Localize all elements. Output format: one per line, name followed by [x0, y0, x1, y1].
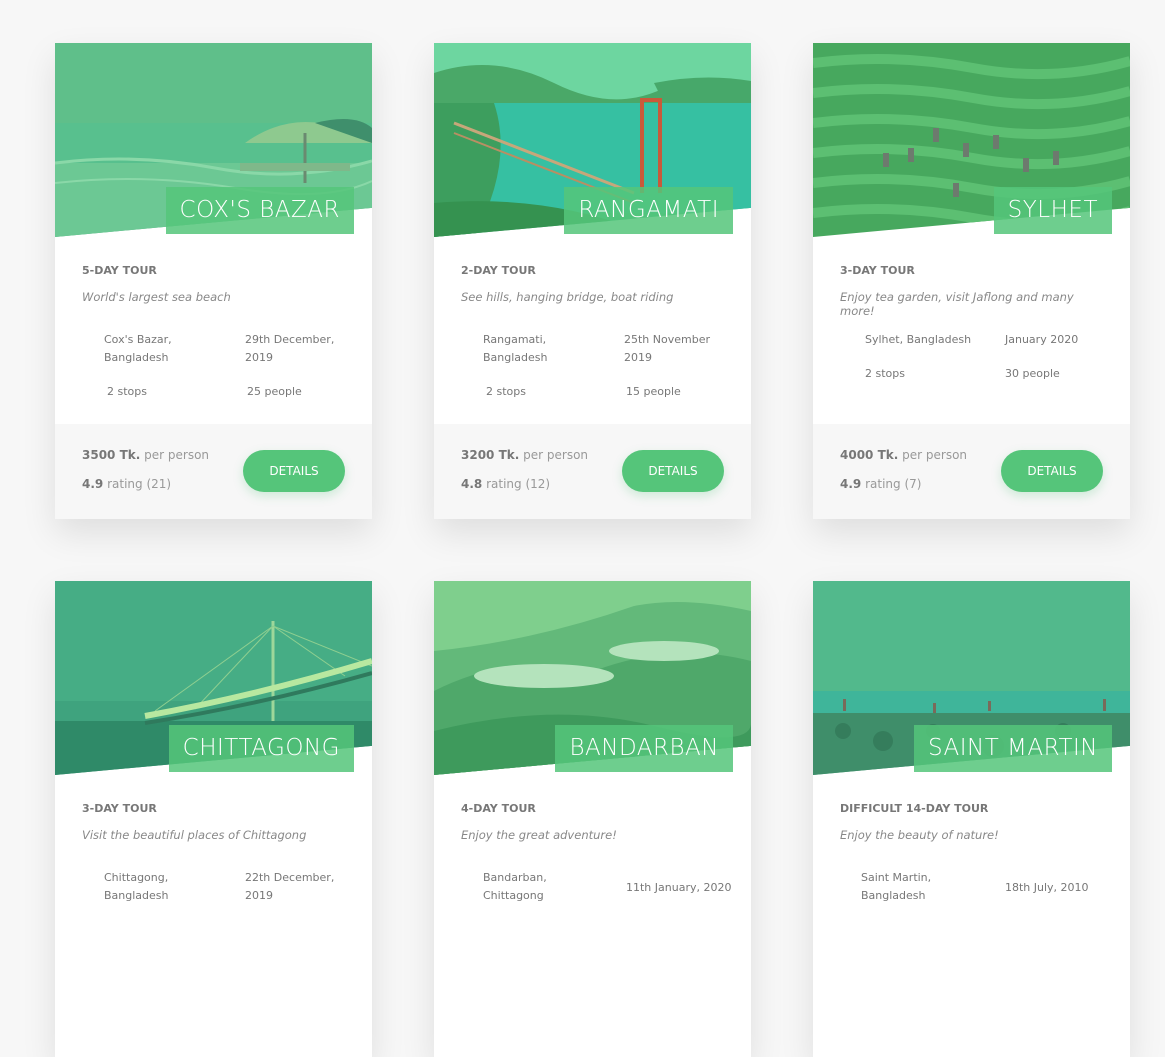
- tour-location: Saint Martin, Bangladesh: [861, 871, 932, 902]
- tour-card-sylhet: SYLHET 3-DAY TOUR Enjoy tea garden, visi…: [813, 43, 1130, 519]
- tour-price: 4000 Tk.: [840, 448, 899, 462]
- tour-card-bandarban: BANDARBAN 4-DAY TOUR Enjoy the great adv…: [434, 581, 751, 1057]
- tour-card-footer: 3200 Tk. per person 4.8 rating (12) DETA…: [434, 424, 751, 519]
- tour-group-size: 25 people: [247, 385, 302, 398]
- tour-date: 18th July, 2010: [1005, 881, 1089, 894]
- tour-price-line: 3500 Tk. per person: [82, 448, 209, 462]
- tour-name-heading: SYLHET: [993, 187, 1112, 234]
- tour-stops: 2 stops: [107, 385, 147, 398]
- tour-location: Cox's Bazar, Bangladesh: [104, 333, 172, 364]
- tour-details: 5-DAY TOUR World's largest sea beach: [82, 264, 352, 304]
- tour-details: 4-DAY TOUR Enjoy the great adventure!: [461, 802, 731, 842]
- tour-rating-value: 4.9: [82, 477, 104, 491]
- tour-details: 3-DAY TOUR Visit the beautiful places of…: [82, 802, 352, 842]
- tour-tagline: Visit the beautiful places of Chittagong: [82, 828, 307, 842]
- tour-location: Sylhet, Bangladesh: [865, 333, 972, 346]
- tour-card-chittagong: CHITTAGONG 3-DAY TOUR Visit the beautifu…: [55, 581, 372, 1057]
- tour-price: 3200 Tk.: [461, 448, 520, 462]
- tour-length: 3-DAY TOUR: [82, 802, 157, 815]
- tour-rating-line: 4.9 rating (21): [82, 477, 171, 491]
- tour-details: 3-DAY TOUR Enjoy tea garden, visit Jaflo…: [840, 264, 1110, 318]
- tour-name-heading: CHITTAGONG: [168, 725, 354, 772]
- tour-rating-line: 4.8 rating (12): [461, 477, 550, 491]
- tour-card-footer: 3500 Tk. per person 4.9 rating (21) DETA…: [55, 424, 372, 519]
- tour-location: Bandarban, Chittagong: [483, 871, 547, 902]
- tour-details: 2-DAY TOUR See hills, hanging bridge, bo…: [461, 264, 731, 304]
- tour-stops: 2 stops: [865, 367, 905, 380]
- tour-rating-label: rating (7): [865, 477, 922, 491]
- tour-name-heading: RANGAMATI: [564, 187, 733, 234]
- tour-rating-label: rating (12): [486, 477, 551, 491]
- tour-date: 29th December, 2019: [245, 333, 335, 364]
- tour-length: 3-DAY TOUR: [840, 264, 915, 277]
- tour-length: 5-DAY TOUR: [82, 264, 157, 277]
- tour-tagline: Enjoy the beauty of nature!: [840, 828, 999, 842]
- tour-group-size: 30 people: [1005, 367, 1060, 380]
- tour-card-coxs-bazar: COX'S BAZAR 5-DAY TOUR World's largest s…: [55, 43, 372, 519]
- tour-group-size: 15 people: [626, 385, 681, 398]
- tour-date: January 2020: [1005, 333, 1079, 346]
- tour-tagline: See hills, hanging bridge, boat riding: [461, 290, 674, 304]
- tour-price-unit: per person: [144, 448, 210, 462]
- tour-location: Rangamati, Bangladesh: [483, 333, 548, 364]
- details-button[interactable]: DETAILS: [1001, 450, 1103, 492]
- tour-name-heading: BANDARBAN: [555, 725, 733, 772]
- tour-card-rangamati: RANGAMATI 2-DAY TOUR See hills, hanging …: [434, 43, 751, 519]
- details-button[interactable]: DETAILS: [622, 450, 724, 492]
- tour-name-heading: SAINT MARTIN: [913, 725, 1112, 772]
- tour-stops: 2 stops: [486, 385, 526, 398]
- tour-rating-value: 4.8: [461, 477, 483, 491]
- tour-date: 22th December, 2019: [245, 871, 335, 902]
- tour-price-line: 3200 Tk. per person: [461, 448, 588, 462]
- tour-length: DIFFICULT 14-DAY TOUR: [840, 802, 989, 815]
- tour-length: 2-DAY TOUR: [461, 264, 536, 277]
- tour-length: 4-DAY TOUR: [461, 802, 536, 815]
- tour-tagline: Enjoy the great adventure!: [461, 828, 617, 842]
- tour-price-unit: per person: [523, 448, 589, 462]
- tour-rating-value: 4.9: [840, 477, 862, 491]
- tour-tagline: World's largest sea beach: [82, 290, 231, 304]
- tour-name-heading: COX'S BAZAR: [165, 187, 354, 234]
- tour-rating-line: 4.9 rating (7): [840, 477, 921, 491]
- tour-location: Chittagong, Bangladesh: [104, 871, 169, 902]
- tour-price-unit: per person: [902, 448, 968, 462]
- tour-tagline: Enjoy tea garden, visit Jaflong and many…: [840, 290, 1074, 318]
- tour-price-line: 4000 Tk. per person: [840, 448, 967, 462]
- tour-rating-label: rating (21): [107, 477, 172, 491]
- tour-date: 25th November 2019: [624, 333, 711, 364]
- tour-card-footer: 4000 Tk. per person 4.9 rating (7) DETAI…: [813, 424, 1130, 519]
- tour-details: DIFFICULT 14-DAY TOUR Enjoy the beauty o…: [840, 802, 1110, 842]
- tour-card-saint-martin: SAINT MARTIN DIFFICULT 14-DAY TOUR Enjoy…: [813, 581, 1130, 1057]
- tour-price: 3500 Tk.: [82, 448, 141, 462]
- tour-date: 11th January, 2020: [626, 881, 732, 894]
- details-button[interactable]: DETAILS: [243, 450, 345, 492]
